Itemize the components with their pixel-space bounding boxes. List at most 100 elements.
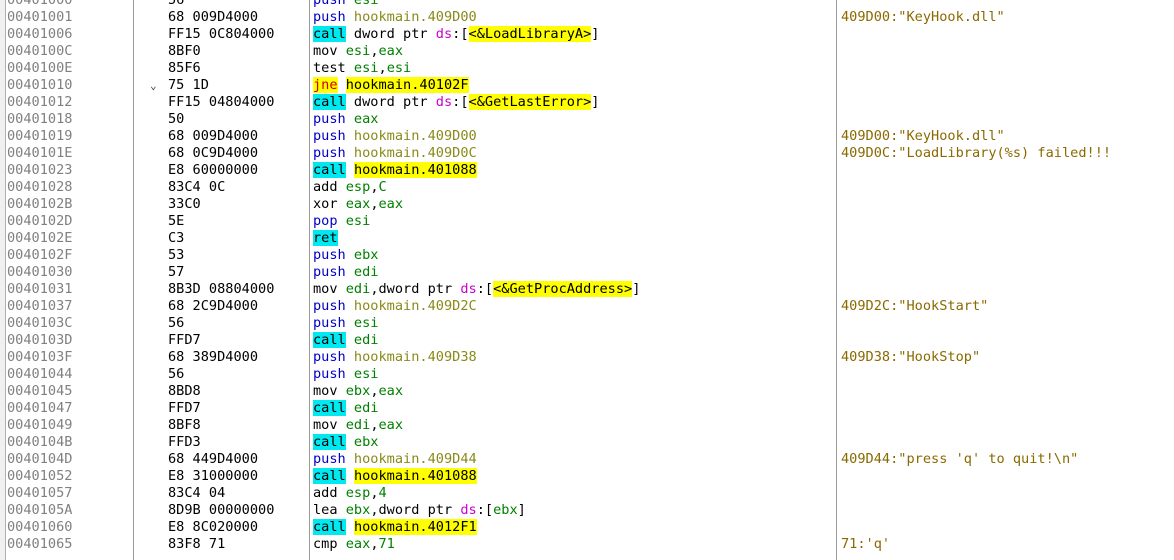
comment-cell: 409D44:"press 'q' to quit!\n" (841, 451, 1079, 467)
disasm-row[interactable]: 00401023 E8 60000000 call hookmain.401088 (0, 162, 1174, 179)
instruction-cell: call hookmain.401088 (313, 468, 477, 485)
mnemonic: push (313, 247, 346, 263)
address-cell: 00401010 (7, 77, 73, 93)
mnemonic: call (313, 332, 346, 348)
operand-token: ,dword ptr (370, 281, 461, 297)
mnemonic: push (313, 128, 346, 144)
mnemonic: call (313, 26, 346, 42)
disasm-row[interactable]: 00401030 57 push edi (0, 264, 1174, 281)
disasm-row[interactable]: 00401031 8B3D 08804000 mov edi,dword ptr d… (0, 281, 1174, 298)
disasm-row[interactable]: 0040100C 8BF0 mov esi,eax (0, 43, 1174, 60)
operand-token: dword ptr (345, 26, 436, 42)
operand-token: esi (337, 213, 371, 229)
bytes-cell: 75 1D (168, 77, 209, 93)
instruction-cell: jne hookmain.40102F (313, 77, 469, 94)
disasm-row[interactable]: 00401065 83F8 71 cmp eax,71 71:'q' (0, 536, 1174, 553)
disasm-row[interactable]: 0040105A 8D9B 00000000 lea ebx,dword ptr d… (0, 502, 1174, 519)
operand-token: , (370, 196, 379, 212)
operand-token: eax (378, 383, 404, 399)
mnemonic: push (313, 9, 346, 25)
disasm-row[interactable]: 00401049 8BF8 mov edi,eax (0, 417, 1174, 434)
bytes-cell: FF15 04804000 (168, 94, 275, 110)
operand-token: hookmain.40102F (345, 77, 469, 93)
address-cell: 0040103C (7, 315, 73, 331)
disasm-row[interactable]: 00401000 56 push esi (0, 0, 1174, 9)
operand-token: ] (517, 502, 526, 518)
disasm-row[interactable]: 0040101E 68 0C9D4000 push hookmain.409D0C 4… (0, 145, 1174, 162)
operand-token: :[ (476, 281, 494, 297)
operand-token: edi (345, 332, 379, 348)
operand-token: , (370, 383, 379, 399)
operand-token: <&GetProcAddress> (493, 281, 633, 297)
disasm-row[interactable]: 00401037 68 2C9D4000 push hookmain.409D2C 4… (0, 298, 1174, 315)
disasm-row[interactable]: 00401060 E8 8C020000 call hookmain.4012F1 (0, 519, 1174, 536)
bytes-cell: 68 009D4000 (168, 9, 259, 25)
operand-token: edi (337, 417, 371, 433)
disasm-row[interactable]: 0040103F 68 389D4000 push hookmain.409D38 4… (0, 349, 1174, 366)
disasm-row[interactable]: 00401052 E8 31000000 call hookmain.401088 (0, 468, 1174, 485)
instruction-cell: push edi (313, 264, 379, 281)
disasm-row[interactable]: 00401028 83C4 0C add esp,C (0, 179, 1174, 196)
operand-token: , (370, 417, 379, 433)
instruction-cell: call hookmain.4012F1 (313, 519, 477, 536)
instruction-cell: test esi,esi (313, 60, 411, 77)
disasm-row[interactable]: 00401001 68 009D4000 push hookmain.409D00 4… (0, 9, 1174, 26)
instruction-cell: push hookmain.409D2C (313, 298, 477, 315)
operand-token: hookmain.401088 (353, 468, 477, 484)
address-cell: 0040100E (7, 60, 73, 76)
disasm-row[interactable]: 0040102D 5E pop esi (0, 213, 1174, 230)
disasm-row[interactable]: 0040102B 33C0 xor eax,eax (0, 196, 1174, 213)
operand-token: C (378, 179, 387, 195)
disasm-row[interactable]: 00401057 83C4 04 add esp,4 (0, 485, 1174, 502)
instruction-cell: call hookmain.401088 (313, 162, 477, 179)
disasm-row[interactable]: 00401012 FF15 04804000 call dword ptr ds:[… (0, 94, 1174, 111)
operand-token: eax (378, 417, 404, 433)
disasm-row[interactable]: 0040103D FFD7 call edi (0, 332, 1174, 349)
disasm-row[interactable]: 0040104B FFD3 call ebx (0, 434, 1174, 451)
jump-arrow-icon: ⌄ (150, 79, 157, 92)
address-cell: 00401045 (7, 383, 73, 399)
mnemonic: jne (313, 77, 338, 93)
comment-cell: 409D38:"HookStop" (841, 349, 981, 365)
mnemonic: call (313, 162, 346, 178)
mnemonic: push (313, 145, 346, 161)
disasm-row[interactable]: 00401019 68 009D4000 push hookmain.409D00 4… (0, 128, 1174, 145)
disasm-row[interactable]: 0040102F 53 push ebx (0, 247, 1174, 264)
instruction-cell: mov edi,dword ptr ds:[<&GetProcAddress>] (313, 281, 640, 298)
mnemonic: push (313, 366, 346, 382)
operand-token: ebx (337, 502, 371, 518)
disasm-row[interactable]: 00401047 FFD7 call edi (0, 400, 1174, 417)
operand-token: hookmain.409D44 (345, 451, 477, 467)
bytes-cell: 68 0C9D4000 (168, 145, 259, 161)
operand-token: edi (345, 264, 379, 280)
disasm-row[interactable]: 00401018 50 push eax (0, 111, 1174, 128)
operand-token: , (370, 43, 379, 59)
instruction-cell: pop esi (313, 213, 370, 230)
bytes-cell: 68 2C9D4000 (168, 298, 259, 314)
address-cell: 00401031 (7, 281, 73, 297)
operand-token: :[ (476, 502, 494, 518)
operand-token: , (370, 485, 379, 501)
disasm-row[interactable]: 0040104D 68 449D4000 push hookmain.409D44 4… (0, 451, 1174, 468)
instruction-cell: push hookmain.409D38 (313, 349, 477, 366)
disasm-row[interactable]: 00401045 8BD8 mov ebx,eax (0, 383, 1174, 400)
disasm-row[interactable]: 00401044 56 push esi (0, 366, 1174, 383)
mnemonic: call (313, 400, 346, 416)
disasm-row[interactable]: 0040102E C3 ret (0, 230, 1174, 247)
mnemonic: add (313, 179, 338, 195)
bytes-cell: 57 (168, 264, 185, 280)
operand-token: ] (591, 94, 600, 110)
disasm-row[interactable]: 00401010 ⌄ 75 1D jne hookmain.40102F (0, 77, 1174, 94)
disassembly-listing[interactable]: 00401000 56 push esi 00401001 68 009D4000 pus… (0, 0, 1174, 553)
address-cell: 0040105A (7, 502, 73, 518)
disasm-row[interactable]: 0040103C 56 push esi (0, 315, 1174, 332)
instruction-cell: push esi (313, 315, 379, 332)
address-cell: 00401052 (7, 468, 73, 484)
operand-token (346, 162, 354, 178)
address-cell: 0040102B (7, 196, 73, 212)
disasm-row[interactable]: 0040100E 85F6 test esi,esi (0, 60, 1174, 77)
disasm-row[interactable]: 00401006 FF15 0C804000 call dword ptr ds:[… (0, 26, 1174, 43)
mnemonic: push (313, 451, 346, 467)
instruction-cell: call dword ptr ds:[<&GetLastError>] (313, 94, 599, 111)
operand-token: eax (345, 111, 379, 127)
